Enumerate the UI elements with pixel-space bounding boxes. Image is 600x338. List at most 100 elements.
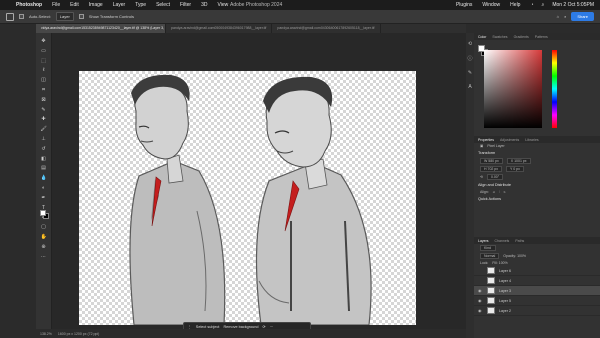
artboard-tool-icon[interactable]: ▭	[41, 48, 47, 54]
hue-slider[interactable]	[552, 50, 557, 128]
hand-tool-icon[interactable]: ✋	[41, 234, 47, 240]
document-tab[interactable]: pandya.aravind@gmail.com0430640061789260…	[272, 24, 381, 33]
layer-name[interactable]: Layer 2	[499, 309, 511, 313]
search-tool-icon[interactable]: ⌕	[564, 14, 566, 19]
align-left-icon[interactable]: ⫷	[493, 190, 495, 194]
opacity-field[interactable]: Opacity: 100%	[503, 254, 526, 258]
fill-field[interactable]: Fill: 100%	[492, 261, 507, 265]
history-brush-tool-icon[interactable]: ↺	[41, 146, 47, 152]
menu-plugins[interactable]: Plugins	[456, 2, 472, 8]
layers-panel: Layers Channels Paths Kind Normal Opacit…	[474, 237, 600, 316]
document-canvas[interactable]	[79, 71, 416, 326]
zoom-tool-icon[interactable]: ⊕	[41, 244, 47, 250]
menu-filter[interactable]: Filter	[180, 2, 191, 8]
tab-color[interactable]: Color	[478, 35, 486, 39]
layer-row[interactable]: ◉ Layer 3	[474, 286, 600, 296]
menu-file[interactable]: File	[52, 2, 60, 8]
brush-settings-icon[interactable]: ✎	[468, 70, 472, 76]
tab-channels[interactable]: Channels	[495, 239, 510, 243]
show-transform-checkbox[interactable]	[78, 14, 84, 19]
shape-tool-icon[interactable]: ▢	[41, 225, 47, 230]
tab-swatches[interactable]: Swatches	[492, 35, 507, 39]
layer-row[interactable]: ◉ Layer 5	[474, 296, 600, 306]
layer-name[interactable]: Layer 3	[499, 289, 511, 293]
object-select-tool-icon[interactable]: ◫	[41, 78, 47, 83]
move-tool-preset-icon[interactable]	[6, 12, 14, 21]
menu-help[interactable]: Help	[510, 2, 520, 8]
layer-row[interactable]: ◉ Layer 2	[474, 306, 600, 316]
align-right-icon[interactable]: ⫸	[504, 190, 506, 194]
select-subject-button[interactable]: Select subject	[196, 325, 220, 329]
y-field[interactable]: Y 0 px	[506, 166, 524, 172]
lasso-tool-icon[interactable]: ℓ	[41, 68, 47, 73]
document-tab[interactable]: vidya.aravind@gmail.com15315238949871123…	[36, 24, 166, 33]
width-field[interactable]: W 580 px	[480, 158, 503, 164]
remove-background-button[interactable]: Remove background	[223, 325, 258, 329]
menu-window[interactable]: Window	[482, 2, 500, 8]
gradient-tool-icon[interactable]: ▤	[41, 166, 47, 171]
clock[interactable]: Mon 2 Oct 5:05PM	[552, 2, 594, 8]
layer-name[interactable]: Layer 5	[499, 299, 511, 303]
document-tab[interactable]: pandya.aravind@gmail.com0500049384396017…	[166, 24, 273, 33]
character-icon[interactable]: A	[468, 84, 471, 90]
brush-tool-icon[interactable]: 🖌	[41, 127, 47, 132]
menu-select[interactable]: Select	[156, 2, 170, 8]
share-button[interactable]: Share	[571, 12, 594, 21]
eye-icon[interactable]: ◉	[478, 308, 483, 313]
layer-kind-filter[interactable]: Kind	[480, 245, 496, 251]
info-icon[interactable]: ⓘ	[467, 55, 472, 62]
dodge-tool-icon[interactable]: ◐	[41, 185, 47, 191]
search-icon[interactable]: ⌕	[542, 2, 545, 8]
tab-paths[interactable]: Paths	[515, 239, 524, 243]
menu-3d[interactable]: 3D	[201, 2, 207, 8]
tab-properties[interactable]: Properties	[478, 138, 494, 142]
move-tool-icon[interactable]: ✥	[41, 39, 47, 44]
menu-view[interactable]: View	[218, 2, 229, 8]
document-info[interactable]: 1600 px x 1200 px (72 ppi)	[58, 332, 99, 336]
align-heading[interactable]: Align and Distribute	[474, 181, 600, 189]
angle-field[interactable]: 0.00°	[486, 174, 504, 180]
marquee-tool-icon[interactable]: ⬚	[41, 58, 47, 64]
layer-row[interactable]: Layer 6	[474, 266, 600, 276]
frame-tool-icon[interactable]: ⊠	[41, 97, 47, 103]
auto-select-checkbox[interactable]	[19, 14, 24, 19]
color-field[interactable]	[484, 50, 542, 128]
layer-name[interactable]: Layer 6	[499, 269, 511, 273]
menu-type[interactable]: Type	[135, 2, 146, 8]
tab-libraries[interactable]: Libraries	[525, 138, 538, 142]
clone-stamp-tool-icon[interactable]: ⊥	[41, 136, 47, 142]
blend-mode-select[interactable]: Normal	[480, 253, 500, 259]
eye-icon[interactable]: ◉	[478, 288, 483, 293]
quick-actions-heading[interactable]: Quick Actions	[474, 195, 600, 203]
menu-image[interactable]: Image	[89, 2, 103, 8]
transform-heading[interactable]: Transform	[474, 149, 600, 157]
height-field[interactable]: H 702 px	[480, 166, 503, 172]
blur-tool-icon[interactable]: 💧	[41, 176, 47, 181]
menu-layer[interactable]: Layer	[113, 2, 126, 8]
history-icon[interactable]: ⟲	[468, 41, 472, 47]
more-tools-icon[interactable]: ⋯	[41, 254, 47, 260]
eyedropper-tool-icon[interactable]: ✎	[41, 107, 47, 113]
align-center-icon[interactable]: ⫶	[499, 190, 500, 194]
tab-layers[interactable]: Layers	[478, 239, 489, 243]
auto-select-target-select[interactable]: Layer	[55, 12, 74, 21]
app-menu[interactable]: Photoshop	[16, 2, 42, 8]
tab-adjustments[interactable]: Adjustments	[500, 138, 519, 142]
tab-patterns[interactable]: Patterns	[535, 35, 548, 39]
eraser-tool-icon[interactable]: ◧	[41, 156, 47, 162]
menu-edit[interactable]: Edit	[70, 2, 79, 8]
crop-tool-icon[interactable]: ⌗	[41, 87, 47, 93]
canvas-area[interactable]	[52, 33, 466, 329]
layer-name[interactable]: Layer 4	[499, 279, 511, 283]
tab-gradients[interactable]: Gradients	[514, 35, 529, 39]
foreground-color-swatch[interactable]	[40, 210, 46, 216]
pen-tool-icon[interactable]: ✒	[41, 195, 47, 201]
healing-brush-tool-icon[interactable]: ✚	[41, 117, 47, 122]
eye-icon[interactable]: ◉	[478, 298, 483, 303]
layer-thumbnail	[487, 287, 495, 294]
wifi-icon[interactable]: ◔	[530, 2, 533, 8]
home-icon[interactable]: ⌂	[557, 14, 559, 19]
zoom-level[interactable]: 138.2%	[40, 332, 52, 336]
layer-row[interactable]: Layer 4	[474, 276, 600, 286]
x-field[interactable]: X 1001 px	[506, 158, 531, 164]
